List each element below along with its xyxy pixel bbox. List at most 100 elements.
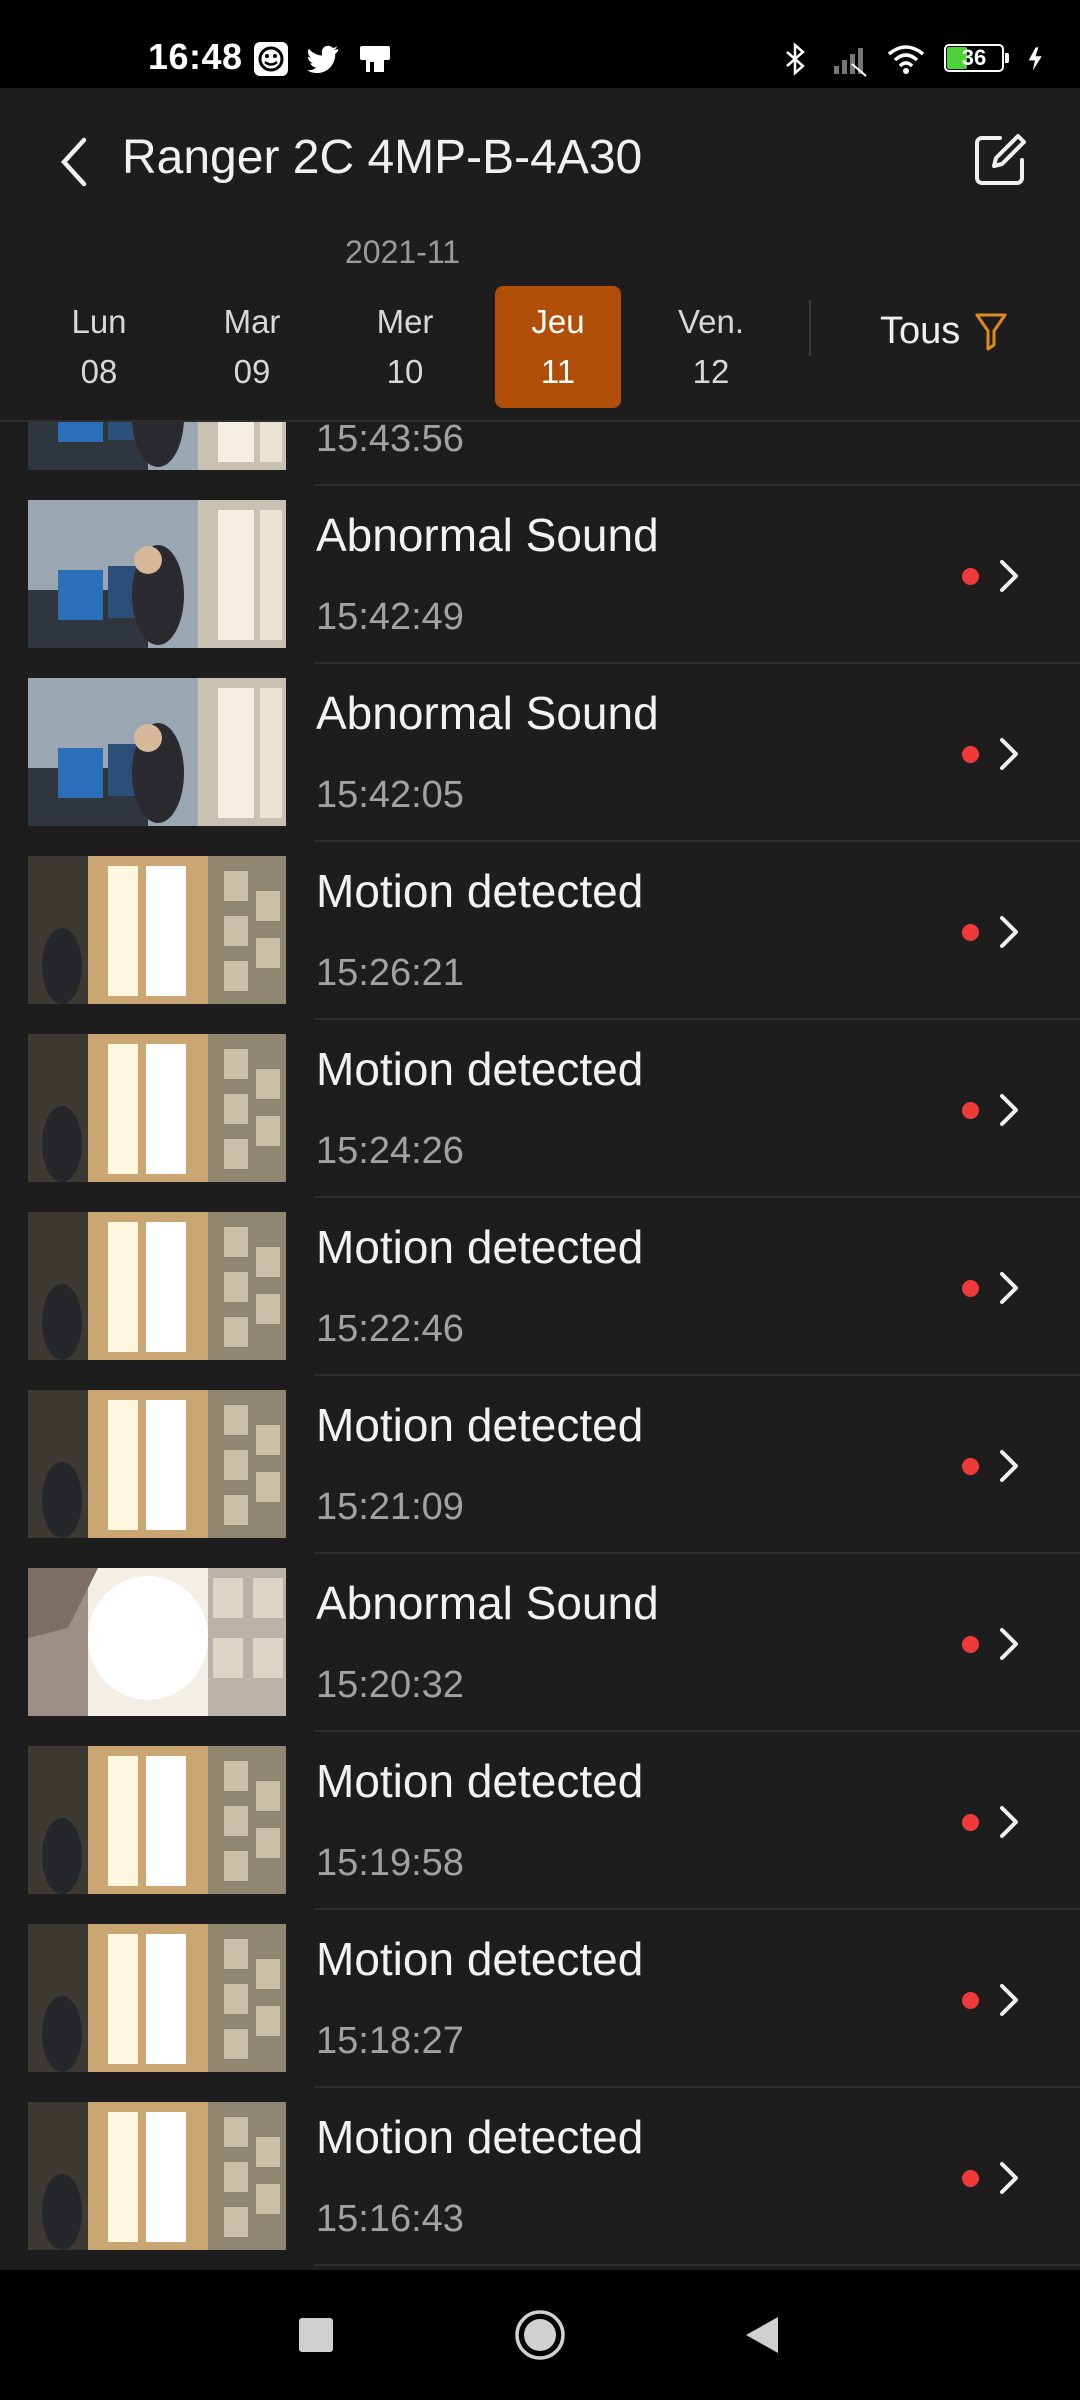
event-label: Motion detected xyxy=(316,1399,644,1451)
event-time: 15:18:27 xyxy=(316,2020,464,2062)
event-list: 15:43:56 Abnormal Sound 15:42:49 Abnorma… xyxy=(0,422,1080,2270)
recents-button[interactable] xyxy=(266,2270,366,2400)
event-thumbnail xyxy=(28,2102,286,2250)
event-label: Motion detected xyxy=(316,1043,644,1095)
unread-dot xyxy=(962,1814,979,1831)
event-label: Motion detected xyxy=(316,2111,644,2163)
divider xyxy=(809,300,811,356)
event-label: Motion detected xyxy=(316,1933,644,1985)
event-thumbnail xyxy=(28,1746,286,1894)
event-time: 15:42:05 xyxy=(316,774,464,816)
event-thumbnail xyxy=(28,678,286,826)
event-label: Abnormal Sound xyxy=(316,1577,659,1629)
event-row[interactable]: Motion detected 15:26:21 xyxy=(0,842,1080,1020)
unread-dot xyxy=(962,1992,979,2009)
event-row[interactable]: Motion detected 15:19:58 xyxy=(0,1732,1080,1910)
chevron-right-icon xyxy=(1000,1094,1018,1126)
edit-icon[interactable] xyxy=(972,132,1028,188)
day-number: 09 xyxy=(233,353,271,390)
wifi-icon xyxy=(887,45,925,74)
day-tab-mer[interactable]: Mer 10 xyxy=(342,286,468,408)
chevron-right-icon xyxy=(1000,916,1018,948)
event-thumbnail xyxy=(28,856,286,1004)
event-row[interactable]: 15:43:56 xyxy=(0,422,1080,486)
event-row[interactable]: Abnormal Sound 15:42:49 xyxy=(0,486,1080,664)
day-tab-ven[interactable]: Ven. 12 xyxy=(648,286,774,408)
day-name: Ven. xyxy=(677,303,745,340)
day-number: 11 xyxy=(540,353,576,390)
day-selector: Lun 08 Mar 09 Mer 10 Jeu 11 Ven. 12 xyxy=(0,286,810,410)
event-time: 15:19:58 xyxy=(316,1842,464,1884)
chevron-right-icon xyxy=(1000,560,1018,592)
day-name: Lun xyxy=(71,303,127,340)
event-time: 15:22:46 xyxy=(316,1308,464,1350)
system-nav-bar xyxy=(0,2270,1080,2400)
day-name: Jeu xyxy=(531,303,585,340)
status-time: 16:48 xyxy=(148,36,243,77)
chevron-right-icon xyxy=(1000,1450,1018,1482)
event-row[interactable]: Motion detected 15:24:26 xyxy=(0,1020,1080,1198)
unread-dot xyxy=(962,1102,979,1119)
home-circle-icon xyxy=(515,2310,565,2360)
unread-dot xyxy=(962,1636,979,1653)
event-time: 15:16:43 xyxy=(316,2198,464,2240)
unread-dot xyxy=(962,2170,979,2187)
page-title: Ranger 2C 4MP-B-4A30 xyxy=(122,131,643,184)
event-thumbnail xyxy=(28,1390,286,1538)
event-label: Motion detected xyxy=(316,1755,644,1807)
twitter-icon xyxy=(307,45,339,74)
event-row[interactable]: Abnormal Sound 15:42:05 xyxy=(0,664,1080,842)
filter-icon xyxy=(975,313,1007,351)
back-triangle-icon xyxy=(746,2317,778,2353)
status-bar: 16:48 36 xyxy=(0,0,1080,88)
chevron-right-icon xyxy=(1000,1806,1018,1838)
event-label: Motion detected xyxy=(316,865,644,917)
event-time: 15:42:49 xyxy=(316,596,464,638)
unread-dot xyxy=(962,568,979,585)
unread-dot xyxy=(962,746,979,763)
event-row[interactable]: Motion detected 15:16:43 xyxy=(0,2088,1080,2266)
filter-label: Tous xyxy=(880,309,961,352)
chevron-right-icon xyxy=(1000,1272,1018,1304)
event-time: 15:24:26 xyxy=(316,1130,464,1172)
event-thumbnail xyxy=(28,422,286,470)
event-thumbnail xyxy=(28,1568,286,1716)
face-icon xyxy=(254,42,288,76)
filter-button[interactable]: Tous xyxy=(880,300,1008,362)
day-name: Mar xyxy=(223,303,281,340)
day-name: Mer xyxy=(376,303,434,340)
event-row[interactable]: Motion detected 15:22:46 xyxy=(0,1198,1080,1376)
battery-icon: 36 xyxy=(944,44,1010,74)
recents-square-icon xyxy=(299,2318,333,2352)
day-tab-mar[interactable]: Mar 09 xyxy=(189,286,315,408)
event-time: 15:21:09 xyxy=(316,1486,464,1528)
event-row[interactable]: Abnormal Sound 15:20:32 xyxy=(0,1554,1080,1732)
home-button[interactable] xyxy=(490,2270,590,2400)
month-label: 2021-11 xyxy=(345,234,461,270)
event-label: Abnormal Sound xyxy=(316,509,659,561)
event-thumbnail xyxy=(28,1034,286,1182)
bluetooth-icon xyxy=(786,42,805,76)
day-tab-lun[interactable]: Lun 08 xyxy=(36,286,162,408)
back-chevron-icon[interactable] xyxy=(52,132,96,192)
back-button[interactable] xyxy=(712,2270,812,2400)
row-divider xyxy=(314,2264,1080,2266)
day-tab-jeu[interactable]: Jeu 11 xyxy=(495,286,621,408)
unread-dot xyxy=(962,1458,979,1475)
event-label: Motion detected xyxy=(316,1221,644,1273)
event-thumbnail xyxy=(28,500,286,648)
event-row[interactable]: Motion detected 15:18:27 xyxy=(0,1910,1080,2088)
chevron-right-icon xyxy=(1000,1628,1018,1660)
event-time: 15:43:56 xyxy=(316,422,464,460)
battery-level: 36 xyxy=(961,45,987,70)
unread-dot xyxy=(962,1280,979,1297)
unread-dot xyxy=(962,924,979,941)
chevron-right-icon xyxy=(1000,2162,1018,2194)
event-thumbnail xyxy=(28,1212,286,1360)
event-row[interactable]: Motion detected 15:21:09 xyxy=(0,1376,1080,1554)
day-number: 10 xyxy=(386,353,424,390)
chevron-right-icon xyxy=(1000,1984,1018,2016)
event-label: Abnormal Sound xyxy=(316,687,659,739)
event-time: 15:26:21 xyxy=(316,952,464,994)
charging-icon xyxy=(1028,47,1042,71)
